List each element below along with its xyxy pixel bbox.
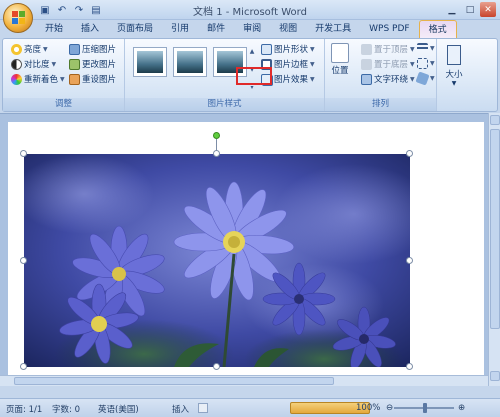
horizontal-scrollbar[interactable] <box>0 375 488 386</box>
resize-handle[interactable] <box>213 150 220 157</box>
word-count[interactable]: 字数: 0 <box>52 403 80 415</box>
zoom-level[interactable]: 100% <box>356 403 380 413</box>
tab-page-layout[interactable]: 页面布局 <box>108 20 162 38</box>
compress-pictures-button[interactable]: 压缩图片 <box>69 43 116 55</box>
position-button[interactable]: 位置 <box>331 43 349 76</box>
resize-handle[interactable] <box>213 363 220 370</box>
picture-shape-button[interactable]: 图片形状 ▼ <box>261 43 315 55</box>
highlight-box <box>236 67 272 85</box>
group-icon[interactable]: ▼ <box>417 58 435 69</box>
scroll-up-icon[interactable] <box>490 115 500 125</box>
brightness-icon <box>11 43 22 55</box>
vertical-scrollbar[interactable] <box>488 113 500 386</box>
change-picture-button[interactable]: 更改图片 <box>69 58 116 70</box>
size-group: 大小 ▼ <box>437 39 467 111</box>
resize-handle[interactable] <box>406 257 413 264</box>
horizontal-scroll-thumb[interactable] <box>14 377 334 385</box>
minimize-button[interactable]: ▁ <box>444 2 460 17</box>
maximize-button[interactable]: □ <box>462 2 478 17</box>
picture-styles-group-label: 图片样式 <box>125 98 324 111</box>
zoom-in-icon[interactable]: ⊕ <box>458 403 465 413</box>
adjust-group-label: 调整 <box>3 98 124 111</box>
resize-handle[interactable] <box>20 150 27 157</box>
contrast-icon <box>11 58 22 70</box>
language-indicator[interactable]: 英语(美国) <box>98 403 139 415</box>
style-thumbnail[interactable] <box>173 47 207 77</box>
brightness-button[interactable]: 亮度 ▼ <box>11 43 48 55</box>
recolor-icon <box>11 73 22 85</box>
bring-front-icon <box>361 43 372 55</box>
rotate-icon[interactable]: ▼ <box>415 71 435 86</box>
size-button[interactable]: 大小 ▼ <box>439 43 469 97</box>
zoom-out-icon[interactable]: ⊖ <box>386 403 393 413</box>
zoom-slider-knob[interactable] <box>423 403 427 413</box>
window-title: 文档 1 - Microsoft Word <box>193 7 307 18</box>
change-picture-icon <box>69 58 80 70</box>
flower-image <box>24 154 410 367</box>
gallery-up-arrow-icon[interactable]: ▲ <box>247 43 257 61</box>
tab-review[interactable]: 审阅 <box>234 20 270 38</box>
tab-view[interactable]: 视图 <box>270 20 306 38</box>
resize-handle[interactable] <box>20 363 27 370</box>
inserted-picture[interactable] <box>24 154 410 367</box>
picture-styles-group: ▲ ▼ ▾ 图片形状 ▼ 图片边框 ▼ 图片效果 ▼ 图片样式 <box>125 39 325 111</box>
vertical-scroll-thumb[interactable] <box>490 129 500 329</box>
contrast-button[interactable]: 对比度 ▼ <box>11 58 56 70</box>
shape-icon <box>261 43 272 55</box>
wrap-text-icon <box>361 73 372 85</box>
bring-to-front-button[interactable]: 置于顶层 ▼ <box>361 43 415 55</box>
title-bar: ▣ ↶ ↷ ▤ 文档 1 - Microsoft Word ▁ □ ✕ <box>0 0 500 20</box>
reset-picture-button[interactable]: 重设图片 <box>69 73 116 85</box>
rotate-handle[interactable] <box>213 132 220 139</box>
ribbon-tabs: 开始 插入 页面布局 引用 邮件 审阅 视图 开发工具 WPS PDF 格式 <box>36 20 457 38</box>
office-logo-icon <box>12 11 26 25</box>
send-back-icon <box>361 58 372 70</box>
insert-mode[interactable]: 插入 <box>172 403 189 415</box>
tab-developer[interactable]: 开发工具 <box>306 20 360 38</box>
close-button[interactable]: ✕ <box>480 2 496 17</box>
resize-handle[interactable] <box>406 150 413 157</box>
status-bar: 页面: 1/1 字数: 0 英语(美国) 插入 100% ⊖ ⊕ <box>0 398 500 417</box>
style-thumbnail[interactable] <box>133 47 167 77</box>
arrange-group: 位置 置于顶层 ▼ 置于底层 ▼ 文字环绕 ▼ ▼ ▼ ▼ 排列 <box>325 39 437 111</box>
size-icon <box>447 45 461 65</box>
resize-handle[interactable] <box>406 363 413 370</box>
window-controls: ▁ □ ✕ <box>444 2 496 17</box>
position-icon <box>331 43 349 63</box>
tab-format[interactable]: 格式 <box>418 20 457 38</box>
office-button[interactable] <box>3 3 33 33</box>
page-indicator[interactable]: 页面: 1/1 <box>6 403 42 415</box>
compress-icon <box>69 43 80 55</box>
tab-home[interactable]: 开始 <box>36 20 72 38</box>
scroll-down-icon[interactable] <box>490 371 500 381</box>
align-icon[interactable]: ▼ <box>417 43 435 54</box>
reset-picture-icon <box>69 73 80 85</box>
arrange-group-label: 排列 <box>325 98 436 111</box>
resize-handle[interactable] <box>20 257 27 264</box>
macro-record-icon[interactable] <box>198 403 208 413</box>
tab-insert[interactable]: 插入 <box>72 20 108 38</box>
tab-references[interactable]: 引用 <box>162 20 198 38</box>
adjust-group: 亮度 ▼ 对比度 ▼ 重新着色 ▼ 压缩图片 更改图片 重设图片 调整 <box>3 39 125 111</box>
text-wrapping-button[interactable]: 文字环绕 ▼ <box>361 73 415 85</box>
tab-mailings[interactable]: 邮件 <box>198 20 234 38</box>
send-to-back-button[interactable]: 置于底层 ▼ <box>361 58 415 70</box>
recolor-button[interactable]: 重新着色 ▼ <box>11 73 65 85</box>
tab-wps-pdf[interactable]: WPS PDF <box>360 20 418 38</box>
